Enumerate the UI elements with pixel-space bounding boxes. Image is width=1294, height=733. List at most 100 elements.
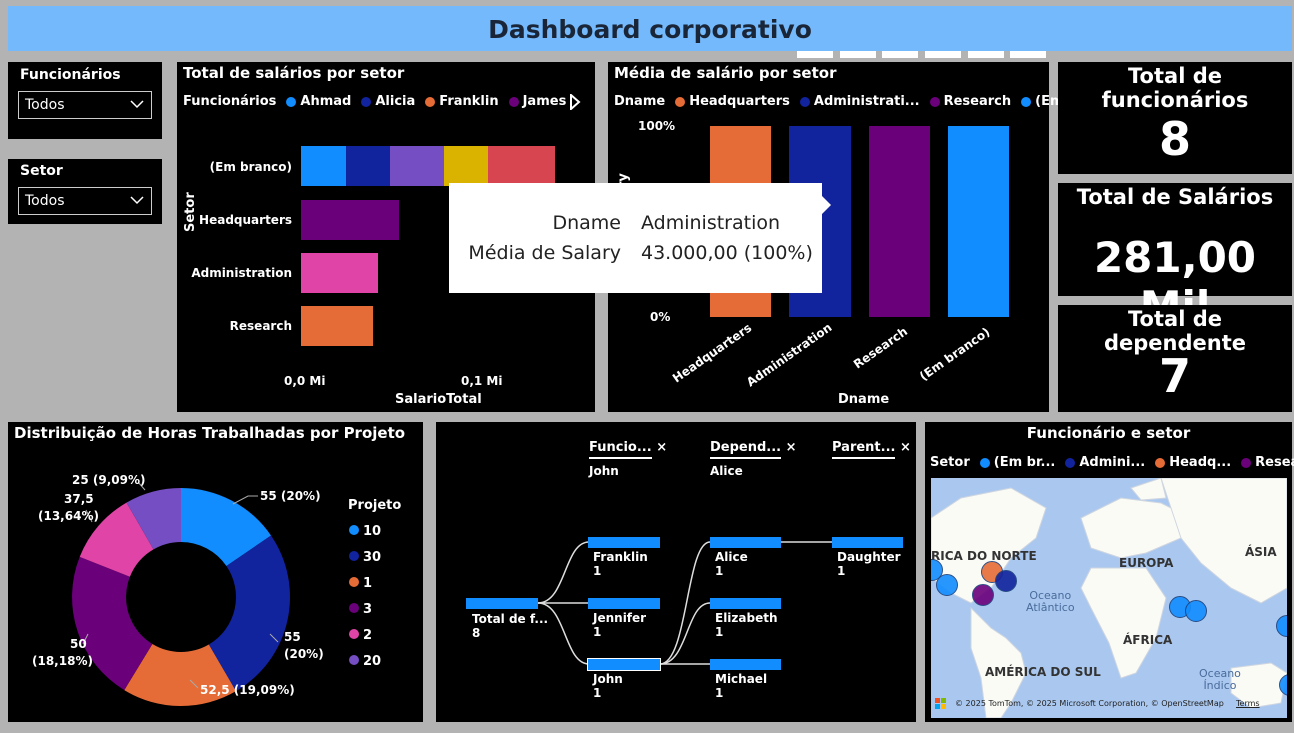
legend-dot (1021, 96, 1032, 107)
legend-item[interactable]: Headq... (1169, 455, 1231, 470)
y-tick-label: Headquarters (199, 213, 292, 227)
visual-header-button[interactable] (840, 51, 876, 58)
bar-segment[interactable] (301, 306, 373, 346)
legend-item[interactable]: Franklin (439, 94, 498, 109)
chart-title: Total de salários por setor (183, 64, 405, 82)
legend-dot (349, 655, 359, 665)
node-name: Total de f... (472, 612, 549, 626)
legend-title: Funcionários (183, 94, 277, 109)
donut-data-label: (18,18%) (32, 654, 93, 668)
map-bubble[interactable] (972, 584, 994, 606)
legend-item[interactable]: Headquarters (689, 94, 790, 109)
node-name: Elizabeth (715, 611, 778, 625)
tree-node-bar[interactable] (710, 598, 781, 609)
tree-node-bar[interactable] (588, 537, 660, 548)
donut-data-label: (13,64%) (38, 509, 99, 523)
visual-header-button[interactable] (1010, 51, 1046, 58)
tree-node-bar[interactable] (832, 537, 903, 548)
kpi-value: 7 (1158, 349, 1191, 403)
decomposition-tree[interactable]: Funcio... × John Depend... × Alice Paren… (436, 422, 916, 722)
legend-next-icon[interactable] (569, 94, 581, 110)
legend-label: 30 (363, 550, 382, 565)
dropdown-value: Todos (25, 97, 65, 113)
tree-node-bar[interactable] (710, 659, 781, 670)
slicer-title: Setor (20, 163, 63, 179)
bar-segment[interactable] (301, 253, 378, 293)
donut-data-label: 55 (284, 630, 301, 644)
legend-item[interactable]: Research (1255, 455, 1294, 470)
tree-node-bar-selected[interactable] (587, 658, 661, 671)
visual-header-button[interactable] (968, 51, 1004, 58)
legend-item[interactable]: Ahmad (300, 94, 351, 109)
legend-item[interactable]: Administrati... (814, 94, 920, 109)
x-axis-label: Dname (838, 392, 890, 407)
microsoft-logo-icon (935, 698, 946, 709)
legend-item[interactable]: 30 (349, 545, 381, 571)
tree-node-label: Alice 1 (715, 550, 748, 578)
y-tick-label: (Em branco) (209, 160, 292, 174)
funcionarios-dropdown[interactable]: Todos (18, 91, 152, 119)
legend-item[interactable]: 2 (349, 623, 381, 649)
x-tick-label: Headquarters (670, 320, 755, 386)
tree-node-bar[interactable] (588, 598, 660, 609)
legend-item[interactable]: 3 (349, 597, 381, 623)
legend-dot (286, 96, 297, 107)
donut-data-label: 52,5 (19,09%) (200, 683, 295, 697)
bar-segment[interactable] (301, 146, 346, 186)
visual-header-button[interactable] (797, 51, 833, 58)
node-value: 8 (472, 626, 481, 640)
legend-item[interactable]: Alicia (375, 94, 415, 109)
setor-dropdown[interactable]: Todos (18, 187, 152, 215)
slicer-title: Funcionários (20, 67, 121, 83)
legend-item[interactable]: 20 (349, 649, 381, 675)
legend-dot (361, 96, 372, 107)
map-canvas[interactable]: RICA DO NORTE EUROPA ÁSIA ÁFRICA AMÉRICA… (931, 478, 1287, 718)
bar-segment[interactable] (346, 146, 390, 186)
map-region-label: RICA DO NORTE (931, 549, 1037, 563)
column-bar[interactable] (948, 126, 1009, 317)
legend-item[interactable]: James (523, 94, 567, 109)
bar-segment[interactable] (488, 146, 555, 186)
visual-header-button[interactable] (925, 51, 961, 58)
legend-label: 10 (363, 524, 382, 539)
legend-item[interactable]: (Em br... (994, 455, 1056, 470)
map-bubble[interactable] (1185, 600, 1207, 622)
map-bubble[interactable] (995, 570, 1017, 592)
legend-dot (1155, 457, 1166, 468)
slicer-funcionarios: Funcionários Todos (8, 62, 162, 139)
chart-title: Média de salário por setor (614, 64, 837, 82)
donut-data-label: 37,5 (64, 492, 94, 506)
legend-item[interactable]: Admini... (1079, 455, 1145, 470)
map-attribution[interactable]: © 2025 TomTom, © 2025 Microsoft Corporat… (955, 699, 1224, 708)
tree-node-bar[interactable] (466, 598, 538, 609)
dashboard-header: Dashboard corporativo (8, 6, 1292, 51)
column-bar[interactable] (869, 126, 930, 317)
legend-title: Projeto (348, 498, 402, 513)
node-value: 1 (593, 686, 602, 700)
legend-item[interactable]: Research (944, 94, 1012, 109)
bar-segment[interactable] (301, 200, 399, 240)
donut-data-label: 25 (9,09%) (72, 473, 146, 487)
tree-node-label: Jennifer 1 (593, 611, 646, 639)
chart-title: Funcionário e setor (1026, 424, 1191, 442)
legend-item[interactable]: 1 (349, 571, 381, 597)
legend-dot (979, 457, 990, 468)
tree-node-label: Elizabeth 1 (715, 611, 778, 639)
donut-chart-horas[interactable]: Distribuição de Horas Trabalhadas por Pr… (8, 422, 423, 722)
y-tick-label: Administration (191, 266, 292, 280)
legend-item[interactable]: 10 (349, 519, 381, 545)
legend-label: 3 (363, 602, 373, 617)
bar-segment[interactable] (390, 146, 444, 186)
map-bubble[interactable] (936, 574, 958, 596)
tree-node-bar[interactable] (710, 537, 781, 548)
bar-segment[interactable] (444, 146, 488, 186)
tree-node-label: Franklin 1 (593, 550, 648, 578)
map-region-label: AMÉRICA DO SUL (985, 665, 1101, 679)
node-value: 1 (593, 625, 602, 639)
legend-dot (349, 603, 359, 613)
map-terms-link[interactable]: Terms (1236, 699, 1260, 708)
visual-header-button[interactable] (882, 51, 918, 58)
chart-legend: Funcionários Ahmad Alicia Franklin James (183, 94, 566, 109)
x-tick-label: 0,0 Mi (284, 374, 326, 388)
x-tick-label: Administration (744, 320, 835, 390)
